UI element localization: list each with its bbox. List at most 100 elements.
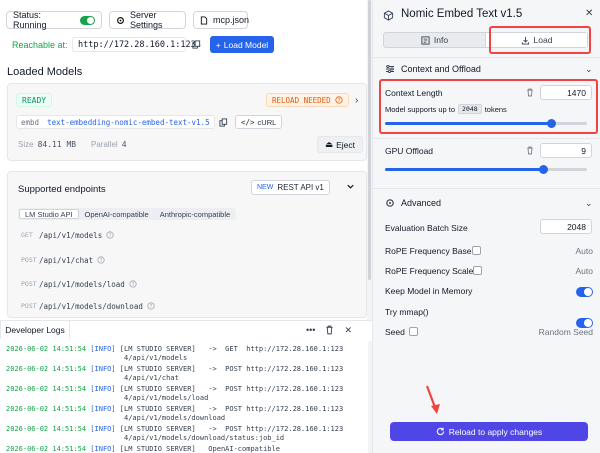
developer-logs-tab[interactable]: Developer Logs [0,321,70,339]
load-model-button[interactable]: + Load Model [210,36,274,53]
help-icon[interactable]: ? [129,280,137,288]
model-name: text-embedding-nomic-embed-text-v1.5 [47,117,210,127]
endpoint-row[interactable]: POST /api/v1/chat ? [21,254,105,266]
log-line: 2026-06-02 14:51:54 [INFO] [LM STUDIO SE… [6,385,344,393]
reset-icon[interactable] [526,146,534,155]
close-panel-icon[interactable]: ✕ [585,8,593,19]
reload-apply-button[interactable]: Reload to apply changes [390,422,588,441]
slider-knob[interactable] [539,165,548,174]
chevron-down-icon[interactable]: ⌄ [585,198,593,209]
endpoints-card: Supported endpoints NEW REST API v1 LM S… [7,171,367,318]
slider-fill [385,168,543,171]
endpoint-row[interactable]: POST /api/v1/models/load ? [21,278,137,290]
tab-lmstudio-api[interactable]: LM Studio API [19,209,79,219]
endpoint-method: POST [21,280,37,288]
endpoint-method: POST [21,302,37,310]
more-icon[interactable]: ••• [306,325,315,336]
close-icon[interactable]: ✕ [344,325,352,336]
arrow-annotation-icon [423,384,445,416]
log-actions: ••• ✕ [306,325,352,336]
server-pane: Status: Running Server Settings mcp.json… [0,0,372,453]
rope-scale-checkbox[interactable] [473,266,482,275]
seed-checkbox[interactable] [409,327,418,336]
gpu-offload-input[interactable]: 9 [540,143,592,158]
size-stat: Size 84.11 MB [18,137,76,151]
reload-apply-label: Reload to apply changes [448,426,543,437]
slider-knob[interactable] [547,119,556,128]
rope-scale-value: Auto [575,266,594,276]
api-version-select[interactable]: NEW REST API v1 [251,180,330,195]
endpoint-path: /api/v1/models/load [39,279,125,289]
context-offload-label: Context and Offload [401,64,481,74]
scrollbar-thumb[interactable] [368,0,371,280]
divider [373,138,600,139]
help-icon[interactable]: ? [147,302,155,310]
gear-icon [116,16,125,25]
cube-icon [383,10,394,21]
keep-memory-toggle[interactable] [576,287,593,297]
seed-label: Seed [385,327,405,337]
log-line: 2026-06-02 14:51:54 [INFO] [LM STUDIO SE… [6,445,280,453]
status-toggle[interactable]: Status: Running [6,10,102,30]
log-line-cont: 4/api/v1/models/download/status:job_id [124,434,285,442]
trash-icon[interactable] [325,325,334,336]
log-line: 2026-06-02 14:51:54 [INFO] [LM STUDIO SE… [6,405,344,413]
server-settings-button[interactable]: Server Settings [109,10,186,30]
copy-model-icon[interactable] [219,118,228,127]
loaded-models-title: Loaded Models [7,66,83,78]
advanced-header[interactable]: Advanced [385,196,441,210]
log-line-cont: 4/api/v1/models/download [124,414,226,422]
tab-info-label: Info [433,35,449,45]
endpoints-title: Supported endpoints [18,184,106,195]
highlight-load-tab [489,26,591,54]
parallel-key: Parallel [91,139,118,149]
eject-button[interactable]: ⏏ Eject [317,136,363,153]
help-icon[interactable]: ? [106,231,114,239]
rope-base-checkbox[interactable] [472,246,481,255]
server-toolbar: Status: Running Server Settings mcp.json… [0,0,372,60]
endpoint-method: GET [21,231,33,239]
endpoint-row[interactable]: POST /api/v1/models/download ? [21,300,155,312]
endpoint-path: /api/v1/models [39,230,103,240]
help-icon[interactable]: ? [97,256,105,264]
context-offload-header[interactable]: Context and Offload [385,62,481,76]
file-icon [200,15,208,25]
mcp-json-label: mcp.json [213,15,250,25]
load-model-label: Load Model [223,39,269,50]
reset-icon[interactable] [526,88,534,97]
rope-base-value: Auto [575,246,594,256]
curl-button[interactable]: </> cURL [235,115,283,129]
tab-info[interactable]: Info [384,33,485,47]
model-type: embd [21,117,40,127]
chevron-right-icon[interactable]: › [355,95,358,106]
sliders-icon [385,64,395,74]
copy-icon[interactable] [192,40,201,49]
chevron-down-icon[interactable]: ⌄ [585,64,593,75]
mcp-json-button[interactable]: mcp.json [193,11,250,29]
context-length-input[interactable]: 1470 [540,85,592,100]
context-length-slider[interactable] [385,119,587,128]
model-config-pane: Nomic Embed Text v1.5 ✕ Info Load Contex… [372,0,600,453]
gpu-offload-label: GPU Offload [385,146,434,156]
mmap-label: Try mmap() [385,307,429,317]
log-line-cont: 4/api/v1/models [124,354,188,362]
endpoint-row[interactable]: GET /api/v1/models ? [21,229,114,241]
status-switch-icon[interactable] [79,15,95,25]
batch-size-input[interactable]: 2048 [540,219,592,234]
reload-needed-label: RELOAD NEEDED [272,95,331,105]
size-value: 84.11 MB [37,139,77,149]
divider [373,57,600,58]
endpoint-path: /api/v1/models/download [39,301,143,311]
help-icon[interactable]: ? [335,96,343,104]
loaded-model-card: READY RELOAD NEEDED ? › embd text-embedd… [7,83,367,161]
log-line-cont: 4/api/v1/chat [124,374,179,382]
model-identifier: embd text-embedding-nomic-embed-text-v1.… [16,115,215,129]
hint-prefix: Model supports up to [385,104,456,114]
gpu-offload-slider[interactable] [385,165,587,174]
reload-needed-badge: RELOAD NEEDED ? [266,93,349,107]
endpoint-method: POST [21,256,37,264]
tab-anthropic-compatible[interactable]: Anthropic-compatible [155,209,235,219]
parallel-value: 4 [121,139,127,149]
chevron-down-icon[interactable] [346,182,355,191]
tab-openai-compatible[interactable]: OpenAI-compatible [80,209,154,219]
